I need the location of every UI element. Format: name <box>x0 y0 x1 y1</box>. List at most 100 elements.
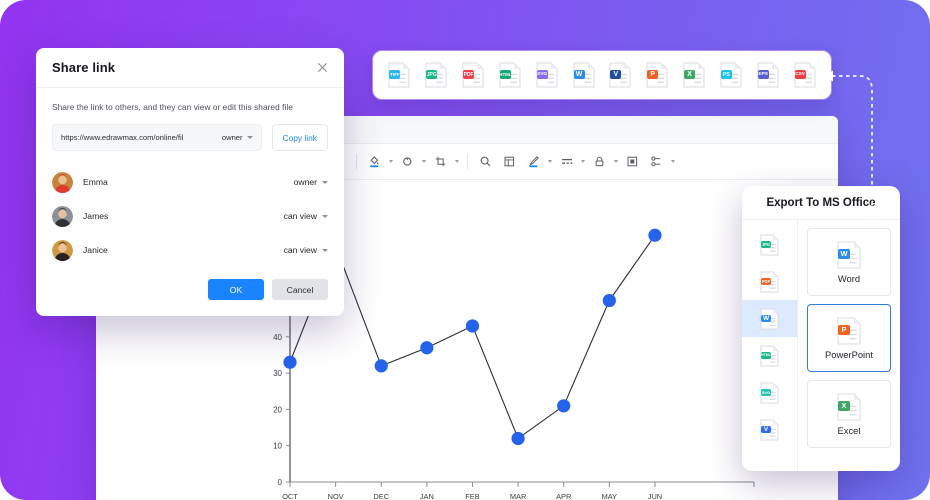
file-icon-label: X <box>838 400 850 411</box>
file-icon-pdf[interactable]: PDF <box>760 271 779 293</box>
file-icon-csv[interactable]: CSV <box>794 62 816 88</box>
line-style-caret-icon[interactable] <box>579 150 587 174</box>
crop-caret-icon[interactable] <box>453 150 461 174</box>
format-item-jpg[interactable]: JPG <box>425 62 447 88</box>
avatar <box>52 239 73 261</box>
export-card-powerpoint[interactable]: P PowerPoint <box>807 304 891 372</box>
format-item-tiff[interactable]: TIFF <box>388 62 410 88</box>
format-item-ps[interactable]: PS <box>720 62 742 88</box>
lock-caret-icon[interactable] <box>612 150 620 174</box>
format-item-pdf[interactable]: PDF <box>462 62 484 88</box>
person-role-select[interactable]: can view <box>284 245 328 255</box>
file-icon-label: CSV <box>794 70 806 79</box>
file-icon-w[interactable]: W <box>837 241 861 269</box>
link-role-label: owner <box>221 133 243 142</box>
export-sidebar-item-v[interactable]: V <box>742 411 797 448</box>
shadow-icon[interactable] <box>621 150 644 174</box>
format-item-eps[interactable]: EPS <box>757 62 779 88</box>
copy-link-button[interactable]: Copy link <box>271 124 328 151</box>
export-sidebar-item-pdf[interactable]: PDF <box>742 263 797 300</box>
file-icon-label: W <box>838 248 850 259</box>
shape-style-icon[interactable] <box>396 150 419 174</box>
chart-point[interactable] <box>283 355 297 369</box>
connector-style-icon[interactable] <box>645 150 668 174</box>
format-item-p[interactable]: P <box>646 62 668 88</box>
export-format-sidebar: JPG PDF W HTML SVG V <box>742 220 798 471</box>
person-role-select[interactable]: owner <box>294 177 328 187</box>
pen-color-icon[interactable] <box>522 150 545 174</box>
table-icon[interactable] <box>498 150 521 174</box>
x-tick-label: DEC <box>373 492 389 500</box>
export-card-label: Excel <box>837 424 861 436</box>
file-icon-x[interactable]: X <box>683 62 705 88</box>
shape-style-caret-icon[interactable] <box>420 150 428 174</box>
chart-point[interactable] <box>648 228 662 242</box>
format-item-html[interactable]: HTML <box>499 62 521 88</box>
file-icon-ps[interactable]: PS <box>720 62 742 88</box>
toolbar-divider <box>467 154 468 169</box>
person-name: James <box>83 211 109 221</box>
person-name: Emma <box>83 177 108 187</box>
file-icon-v[interactable]: V <box>760 419 779 441</box>
format-item-svg[interactable]: SVG <box>536 62 558 88</box>
export-sidebar-item-html[interactable]: HTML <box>742 337 797 374</box>
export-card-excel[interactable]: X Excel <box>807 380 891 448</box>
export-sidebar-item-jpg[interactable]: JPG <box>742 226 797 263</box>
chart-point[interactable] <box>420 341 434 355</box>
file-icon-pdf[interactable]: PDF <box>462 62 484 88</box>
chart-point[interactable] <box>557 399 571 413</box>
export-sidebar-item-svg[interactable]: SVG <box>742 374 797 411</box>
file-icon-p[interactable]: P <box>646 62 668 88</box>
line-style-icon[interactable] <box>555 150 578 174</box>
export-card-word[interactable]: W Word <box>807 228 891 296</box>
file-icon-jpg[interactable]: JPG <box>760 234 779 256</box>
file-icon-p[interactable]: P <box>837 317 861 345</box>
file-icon-label: SVG <box>536 70 548 79</box>
file-icon-x[interactable]: X <box>837 393 861 421</box>
file-icon-w[interactable]: W <box>573 62 595 88</box>
format-item-w[interactable]: W <box>573 62 595 88</box>
share-link-input[interactable]: https://www.edrawmax.com/online/fil owne… <box>52 124 262 151</box>
y-tick-label: 30 <box>273 369 282 378</box>
format-item-x[interactable]: X <box>683 62 705 88</box>
chart-point[interactable] <box>465 319 480 333</box>
connector-style-caret-icon[interactable] <box>669 150 677 174</box>
chart-point[interactable] <box>511 431 525 446</box>
chevron-down-icon <box>322 180 328 184</box>
file-icon-v[interactable]: V <box>609 62 631 88</box>
file-icon-label: PDF <box>463 70 475 79</box>
file-icon-html[interactable]: HTML <box>760 345 779 367</box>
export-panel-body: JPG PDF W HTML SVG V W Word P PowerPoint X Excel <box>742 220 900 471</box>
file-icon-label: JPG <box>426 70 438 79</box>
file-icon-svg[interactable]: SVG <box>760 382 779 404</box>
file-icon-jpg[interactable]: JPG <box>425 62 447 88</box>
fill-color-caret-icon[interactable] <box>387 150 395 174</box>
file-icon-w[interactable]: W <box>760 308 779 330</box>
export-card-label: Word <box>837 272 861 284</box>
file-icon-label: HTML <box>761 351 771 359</box>
close-icon[interactable] <box>317 62 328 73</box>
crop-icon[interactable] <box>429 150 452 174</box>
ok-button[interactable]: OK <box>208 279 264 300</box>
pen-color-caret-icon[interactable] <box>546 150 554 174</box>
chart-point[interactable] <box>374 359 388 373</box>
file-icon-label: PS <box>720 70 732 79</box>
file-icon-html[interactable]: HTML <box>499 62 521 88</box>
file-icon-label: SVG <box>761 388 771 396</box>
lock-icon[interactable] <box>588 150 611 174</box>
export-sidebar-item-w[interactable]: W <box>742 300 797 337</box>
avatar <box>52 171 73 193</box>
file-icon-tiff[interactable]: TIFF <box>388 62 410 88</box>
fill-color-icon[interactable] <box>363 150 386 174</box>
format-item-v[interactable]: V <box>609 62 631 88</box>
file-icon-eps[interactable]: EPS <box>757 62 779 88</box>
file-icon-label: PDF <box>761 277 771 285</box>
share-link-value: https://www.edrawmax.com/online/fil <box>61 133 184 142</box>
zoom-icon[interactable] <box>474 150 497 174</box>
format-item-csv[interactable]: CSV <box>794 62 816 88</box>
link-role-select[interactable]: owner <box>222 133 253 142</box>
file-icon-svg[interactable]: SVG <box>536 62 558 88</box>
chart-point[interactable] <box>602 293 616 308</box>
person-role-select[interactable]: can view <box>284 211 328 221</box>
cancel-button[interactable]: Cancel <box>272 279 328 300</box>
